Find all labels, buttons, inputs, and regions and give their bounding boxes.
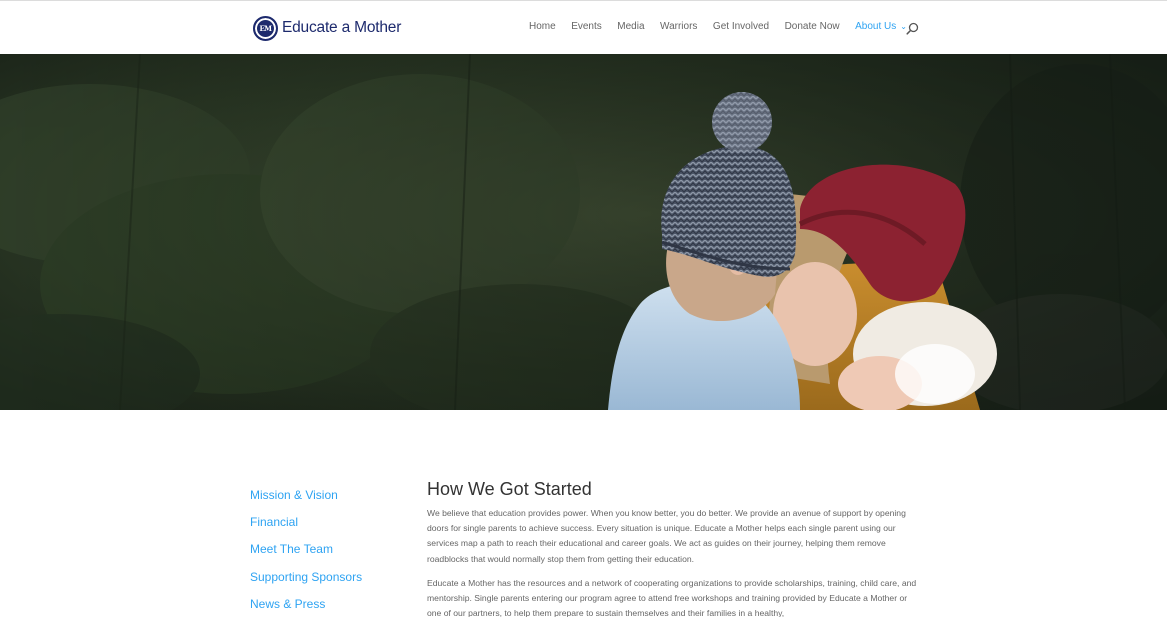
sidebar-item-supporting-sponsors[interactable]: Supporting Sponsors (250, 568, 362, 595)
search-icon[interactable] (906, 22, 919, 35)
sidebar-item-financial[interactable]: Financial (250, 513, 362, 540)
hero-image (0, 54, 1167, 410)
resources-paragraph: Educate a Mother has the resources and a… (427, 577, 917, 617)
site-logo[interactable]: EM Educate a Mother (253, 14, 401, 42)
logo-text: Educate a Mother (282, 19, 402, 36)
nav-get-involved[interactable]: Get Involved (713, 21, 769, 32)
nav-warriors[interactable]: Warriors (660, 21, 697, 32)
sidebar-item-news-press[interactable]: News & Press (250, 595, 362, 617)
main-content: How We Got Started We believe that educa… (427, 477, 917, 617)
logo-seal-icon: EM (253, 15, 278, 41)
nav-home[interactable]: Home (529, 21, 556, 32)
nav-about-us-label: About Us (855, 21, 897, 32)
sidebar-item-meet-the-team[interactable]: Meet The Team (250, 540, 362, 567)
hero-photo (0, 54, 1167, 410)
about-sidebar: Mission & Vision Financial Meet The Team… (250, 486, 362, 617)
site-header: EM Educate a Mother Home Events Media Wa… (0, 0, 1167, 54)
sidebar-item-mission-vision[interactable]: Mission & Vision (250, 486, 362, 513)
main-nav: Home Events Media Warriors Get Involved … (529, 21, 922, 32)
nav-about-us[interactable]: About Us ⌄ (855, 21, 907, 32)
intro-paragraph: We believe that education provides power… (427, 508, 906, 564)
page-title: How We Got Started (427, 479, 592, 499)
nav-donate-now[interactable]: Donate Now (785, 21, 840, 32)
nav-media[interactable]: Media (617, 21, 644, 32)
nav-events[interactable]: Events (571, 21, 602, 32)
